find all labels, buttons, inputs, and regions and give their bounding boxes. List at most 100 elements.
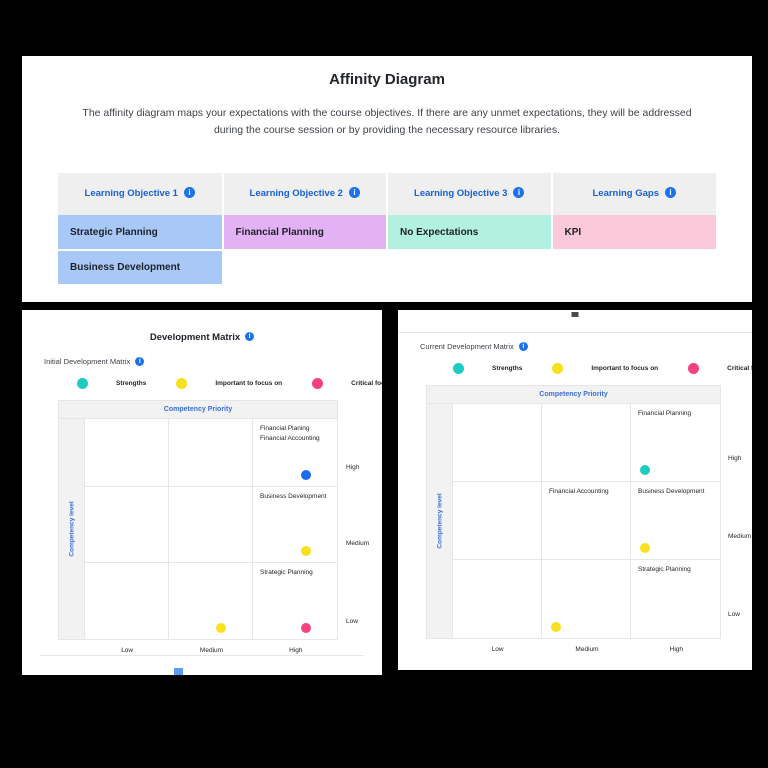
y-axis-title: Competency level [427, 403, 453, 638]
legend: Strengths Important to focus on Critical… [453, 362, 752, 374]
cell-item-labels: Business Development [638, 487, 704, 497]
y-tick-medium: Medium [346, 539, 370, 547]
y-tick-low: Low [346, 617, 358, 625]
cell-item-labels: Business Development [260, 492, 326, 502]
affinity-card-empty [222, 250, 388, 286]
grid-cell-medium-medium[interactable]: Financial Accounting [542, 481, 631, 560]
info-icon[interactable]: i [513, 187, 525, 199]
x-tick-high: High [669, 645, 683, 653]
affinity-card[interactable]: Financial Planning [222, 215, 388, 251]
grid-cell-medium-medium[interactable] [169, 486, 253, 563]
cell-item-labels: Strategic Planning [260, 568, 313, 578]
y-tick-high: High [346, 463, 360, 471]
matrix-subtitle-label: Current Development Matrix [420, 342, 514, 351]
affinity-card[interactable]: Business Development [58, 250, 224, 286]
x-tick-medium: Medium [575, 645, 599, 653]
grid-cell-low-low[interactable] [85, 562, 169, 639]
affinity-card[interactable]: Strategic Planning [58, 215, 224, 251]
affinity-card[interactable]: KPI [551, 215, 716, 251]
cell-item-label: Strategic Planning [260, 568, 313, 576]
info-icon[interactable]: i [135, 356, 145, 366]
legend-dot-icon [552, 362, 564, 374]
grid-cell-high-medium[interactable]: Business Development [631, 482, 720, 560]
x-tick-medium: Medium [199, 646, 224, 654]
legend-item-important: Important to focus on [176, 377, 283, 389]
legend-dot-icon [176, 377, 188, 389]
column-header-objective-1: Learning Objective 1 i [58, 173, 224, 215]
data-point-dot[interactable] [301, 545, 311, 556]
grid-cell-high-low[interactable]: Strategic Planning [631, 560, 720, 638]
affinity-description: The affinity diagram maps your expectati… [82, 107, 692, 136]
table-header-row: Learning Objective 1 i Learning Objective… [58, 173, 716, 215]
info-icon[interactable]: i [348, 187, 360, 199]
legend-label: Important to focus on [215, 379, 283, 387]
legend-dot-icon [453, 362, 464, 374]
matrix-subtitle: Current Development Matrix i [420, 341, 752, 352]
grid-cell-medium-high[interactable] [169, 418, 253, 487]
y-axis-title: Competency level [59, 418, 85, 639]
grid-cell-low-medium[interactable] [85, 486, 169, 563]
grid-cell-medium-low[interactable] [542, 559, 631, 638]
grid-cell-high-medium[interactable]: Business Development [253, 487, 337, 563]
cell-item-label: Strategic Planning [638, 565, 691, 573]
current-development-matrix-panel: Current Development Matrix i Strengths Im… [398, 310, 752, 670]
grid-cell-low-high[interactable] [453, 403, 542, 482]
legend-dot-icon [77, 377, 88, 389]
grid-cells: Financial Planning Financial Accounting [453, 403, 720, 638]
cell-item-label: Financial Planning [638, 409, 692, 417]
legend-label: Critical focus [727, 364, 752, 372]
cell-item-labels: Financial Planing Financial Accounting [260, 424, 320, 444]
grid-cell-low-high[interactable] [85, 418, 169, 487]
column-header-label: Learning Objective 2 [249, 188, 343, 200]
cell-item-label: Financial Accounting [260, 434, 320, 442]
column-header-objective-3: Learning Objective 3 i [387, 173, 553, 215]
affinity-card-empty [551, 250, 716, 286]
panel-divider [40, 655, 364, 656]
column-header-label: Learning Objective 3 [414, 188, 508, 200]
cell-item-labels: Financial Planning [638, 409, 691, 419]
data-point-dot[interactable] [640, 464, 650, 475]
legend-item-critical: Critical focus [688, 362, 752, 374]
column-header-objective-2: Learning Objective 2 i [222, 173, 388, 215]
info-icon[interactable]: i [245, 331, 255, 341]
legend-dot-icon [312, 377, 324, 389]
grid-cell-medium-high[interactable] [542, 403, 631, 482]
grid-cell-high-low[interactable]: Strategic Planning [253, 563, 337, 639]
cell-item-labels: Financial Accounting [549, 487, 609, 497]
grid-body: Competency level Financial Planning Fina… [427, 403, 720, 638]
y-tick-medium: Medium [728, 532, 752, 540]
info-icon[interactable]: i [518, 341, 528, 351]
panel-title: Development Matrix i [22, 331, 382, 343]
grid-cell-high-high[interactable]: Financial Planning [631, 404, 720, 482]
grid-cells: Financial Planing Financial Accounting B… [85, 418, 337, 639]
cell-item-label: Business Development [260, 492, 327, 500]
table-row: Strategic Planning Financial Planning No… [58, 215, 716, 251]
legend-label: Critical focus [351, 379, 382, 387]
grid-cell-medium-low[interactable] [169, 562, 253, 639]
initial-development-matrix-panel: Development Matrix i Initial Development … [22, 310, 382, 675]
grid-cell-high-high[interactable]: Financial Planing Financial Accounting [253, 419, 337, 487]
legend-label: Important to focus on [591, 364, 659, 372]
y-tick-high: High [728, 454, 742, 462]
y-axis-title-label: Competency level [436, 492, 443, 549]
grid-cell-low-low[interactable] [453, 559, 542, 638]
affinity-card[interactable]: No Expectations [387, 215, 553, 251]
column-header-label: Learning Gaps [592, 188, 659, 200]
matrix-grid: Competency Priority Competency level Fin… [58, 399, 338, 640]
data-point-dot[interactable] [301, 622, 311, 633]
data-point-dot[interactable] [216, 622, 226, 633]
cell-item-labels: Strategic Planning [638, 565, 691, 575]
affinity-table: Learning Objective 1 i Learning Objective… [58, 173, 716, 286]
info-icon[interactable]: i [665, 187, 676, 199]
data-point-dot[interactable] [551, 621, 561, 632]
data-point-dot[interactable] [301, 469, 311, 480]
matrix-subtitle-label: Initial Development Matrix [44, 357, 131, 366]
matrix-chart: Competency Priority Competency level Fin… [426, 384, 751, 653]
grid-cell-low-medium[interactable] [453, 481, 542, 560]
legend-dot-icon [688, 362, 700, 374]
data-point-dot[interactable] [640, 542, 650, 553]
x-tick-high: High [289, 646, 303, 654]
info-icon[interactable]: i [183, 187, 195, 199]
legend-label: Strengths [116, 379, 147, 387]
matrix-chart: Competency Priority Competency level Fin… [58, 399, 369, 654]
